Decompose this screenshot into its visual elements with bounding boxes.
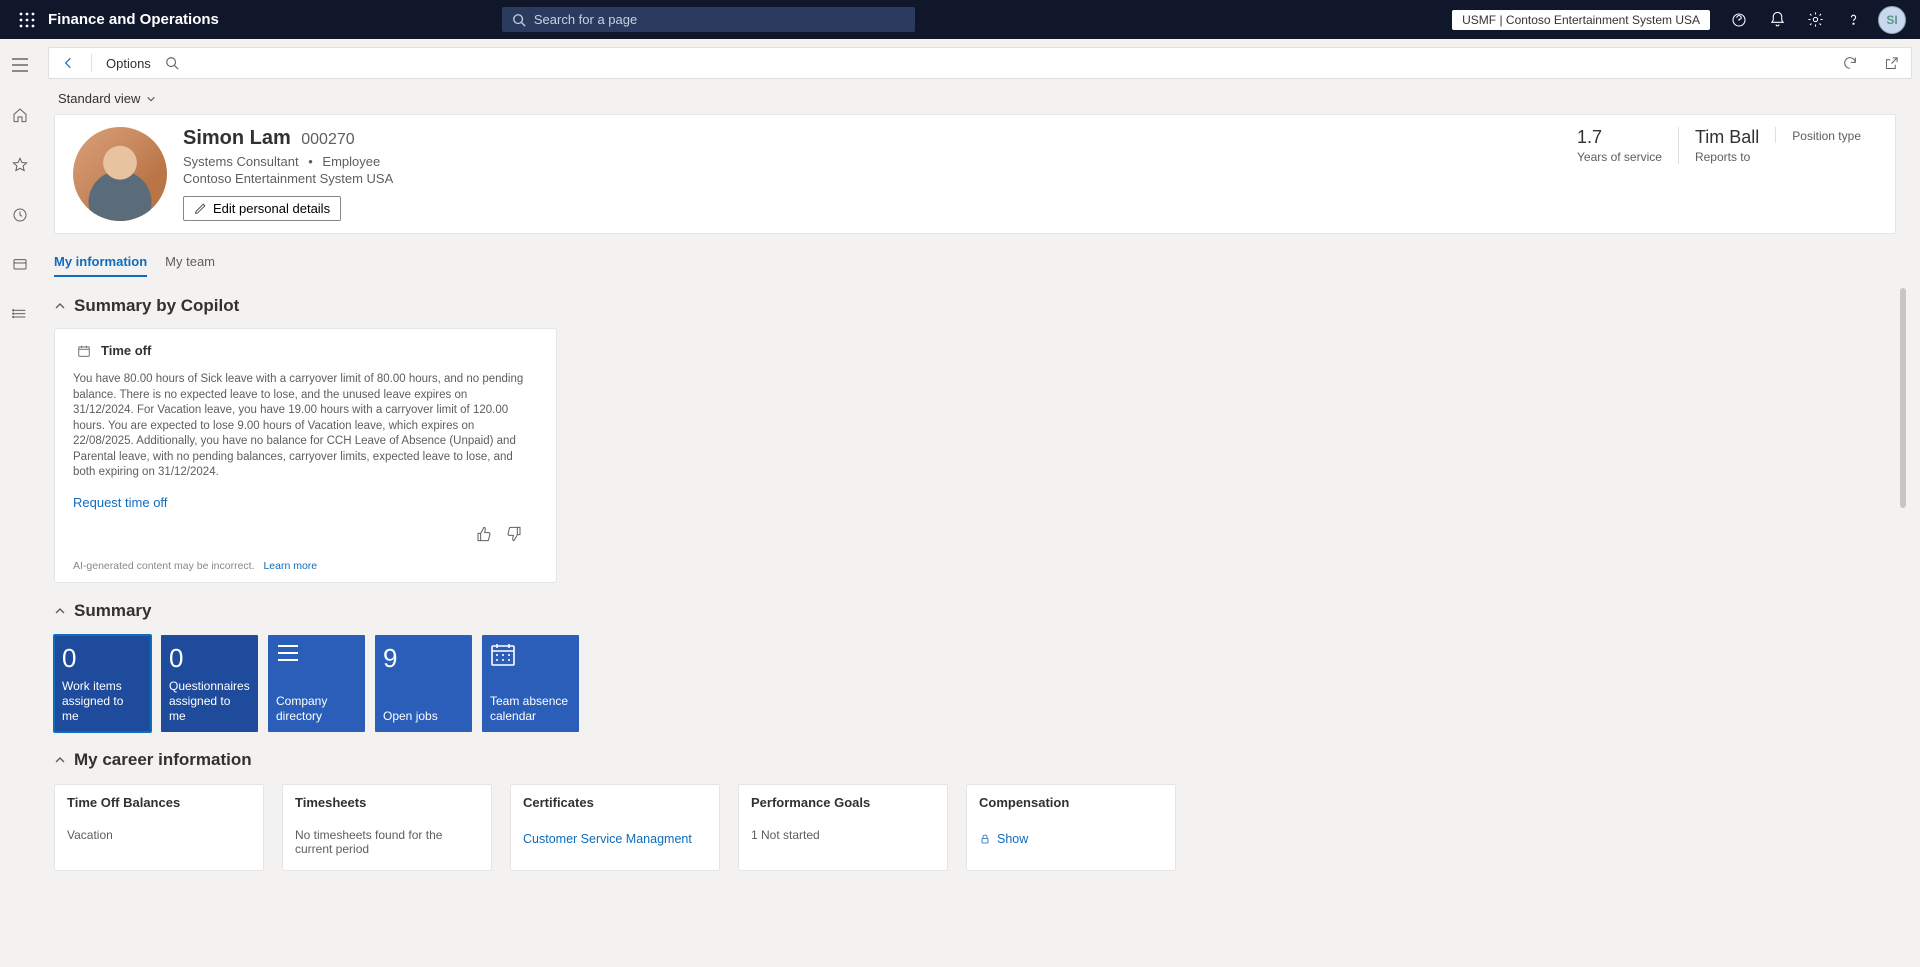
tile-questionnaires[interactable]: 0 Questionnaires assigned to me	[161, 635, 258, 732]
app-title: Finance and Operations	[48, 11, 219, 28]
top-navbar: Finance and Operations Search for a page…	[0, 0, 1920, 39]
section-career: My career information Time Off Balances …	[54, 750, 1896, 871]
section-copilot: Summary by Copilot Time off You have 80.…	[54, 296, 1896, 583]
thumbs-down-icon[interactable]	[506, 526, 522, 542]
tab-my-team[interactable]: My team	[165, 248, 215, 277]
employee-type: Employee	[322, 154, 380, 169]
card-performance-goals[interactable]: Performance Goals 1 Not started	[738, 784, 948, 871]
chevron-up-icon	[54, 754, 66, 766]
home-icon[interactable]	[4, 99, 36, 131]
tile-company-directory[interactable]: Company directory	[268, 635, 365, 732]
action-bar: Options	[48, 47, 1912, 79]
popout-icon[interactable]	[1884, 56, 1899, 71]
help-icon[interactable]	[1834, 0, 1872, 39]
left-nav-rail	[0, 39, 40, 967]
scrollbar-thumb[interactable]	[1900, 288, 1906, 508]
tab-strip: My information My team	[54, 248, 1896, 278]
action-search-icon[interactable]	[165, 56, 179, 70]
card-timesheets[interactable]: Timesheets No timesheets found for the c…	[282, 784, 492, 871]
section-header-copilot[interactable]: Summary by Copilot	[54, 296, 1896, 316]
edit-button-label: Edit personal details	[213, 201, 330, 216]
stat-position-type: Position type	[1775, 127, 1877, 143]
section-summary: Summary 0 Work items assigned to me 0 Qu…	[54, 601, 1896, 732]
settings-icon[interactable]	[1796, 0, 1834, 39]
back-button[interactable]	[61, 55, 77, 71]
employee-header-card: Simon Lam 000270 Systems Consultant • Em…	[54, 114, 1896, 234]
list-icon	[276, 643, 357, 663]
chevron-up-icon	[54, 605, 66, 617]
copilot-icon[interactable]	[1720, 0, 1758, 39]
refresh-icon[interactable]	[1842, 55, 1858, 71]
chevron-down-icon	[146, 94, 156, 104]
employee-title: Systems Consultant	[183, 154, 299, 169]
view-name: Standard view	[58, 91, 140, 106]
app-launcher[interactable]	[8, 12, 46, 28]
lock-icon	[979, 833, 991, 845]
tab-my-information[interactable]: My information	[54, 248, 147, 277]
calendar-clock-icon	[77, 344, 91, 358]
legal-entity-badge[interactable]: USMF | Contoso Entertainment System USA	[1452, 10, 1710, 30]
user-avatar[interactable]: SI	[1878, 6, 1906, 34]
tile-work-items[interactable]: 0 Work items assigned to me	[54, 635, 151, 732]
recent-icon[interactable]	[4, 199, 36, 231]
copilot-body: You have 80.00 hours of Sick leave with …	[73, 372, 528, 481]
employee-photo	[73, 127, 167, 221]
pencil-icon	[194, 202, 207, 215]
notifications-icon[interactable]	[1758, 0, 1796, 39]
compensation-show-link[interactable]: Show	[979, 832, 1028, 846]
favorites-icon[interactable]	[4, 149, 36, 181]
employee-company: Contoso Entertainment System USA	[183, 171, 1561, 186]
certificate-link[interactable]: Customer Service Managment	[523, 832, 692, 846]
copilot-learn-more-link[interactable]: Learn more	[263, 560, 317, 572]
edit-personal-details-button[interactable]: Edit personal details	[183, 196, 341, 221]
search-placeholder: Search for a page	[534, 12, 637, 27]
stat-reports-to[interactable]: Tim Ball Reports to	[1678, 127, 1775, 164]
request-time-off-link[interactable]: Request time off	[73, 495, 167, 510]
tile-open-jobs[interactable]: 9 Open jobs	[375, 635, 472, 732]
card-compensation[interactable]: Compensation Show	[966, 784, 1176, 871]
global-search[interactable]: Search for a page	[502, 7, 915, 32]
workspaces-icon[interactable]	[4, 249, 36, 281]
content-area: Standard view Simon Lam 000270 Systems C…	[40, 79, 1920, 967]
modules-icon[interactable]	[4, 299, 36, 331]
card-time-off-balances[interactable]: Time Off Balances Vacation	[54, 784, 264, 871]
thumbs-up-icon[interactable]	[476, 526, 492, 542]
section-header-summary[interactable]: Summary	[54, 601, 1896, 621]
options-menu[interactable]: Options	[106, 56, 151, 71]
copilot-card: Time off You have 80.00 hours of Sick le…	[54, 328, 557, 583]
card-certificates[interactable]: Certificates Customer Service Managment	[510, 784, 720, 871]
section-header-career[interactable]: My career information	[54, 750, 1896, 770]
stat-years: 1.7 Years of service	[1561, 127, 1678, 164]
tile-team-absence-calendar[interactable]: Team absence calendar	[482, 635, 579, 732]
calendar-icon	[490, 643, 571, 667]
hamburger-icon[interactable]	[4, 49, 36, 81]
employee-name: Simon Lam	[183, 127, 291, 149]
chevron-up-icon	[54, 300, 66, 312]
copilot-disclaimer: AI-generated content may be incorrect.	[73, 560, 255, 572]
copilot-card-title: Time off	[101, 343, 151, 358]
view-selector[interactable]: Standard view	[58, 91, 1896, 106]
employee-number: 000270	[301, 131, 354, 148]
